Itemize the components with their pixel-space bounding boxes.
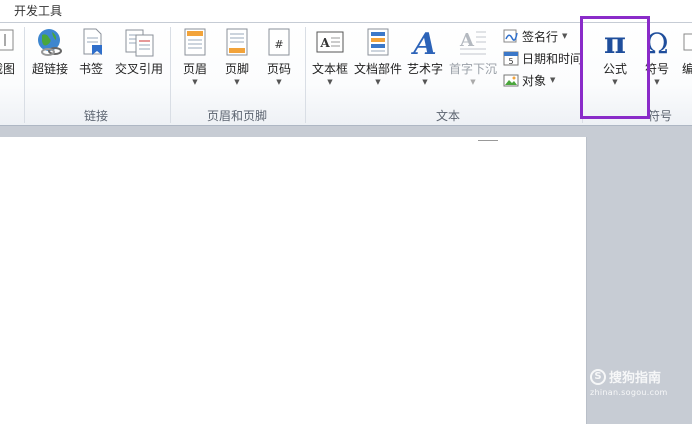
chevron-down-icon: ▼ — [375, 78, 381, 86]
group-label-text: 文本 — [436, 109, 461, 123]
separator — [170, 27, 171, 123]
globe-link-icon — [34, 26, 66, 58]
equation-highlight-box — [580, 16, 650, 119]
chevron-down-icon: ▼ — [562, 32, 568, 40]
date-time-label: 日期和时间 — [522, 51, 583, 66]
signature-line-button[interactable]: 签名行 ▼ — [503, 26, 567, 46]
group-label-links: 链接 — [84, 109, 109, 123]
page-number-icon: # — [263, 26, 295, 58]
chevron-down-icon: ▼ — [550, 76, 556, 84]
screenshot-icon — [0, 26, 19, 58]
sogou-logo-icon: S — [590, 368, 606, 385]
chevron-down-icon: ▼ — [470, 78, 476, 86]
watermark-logo: S 搜狗指南 — [590, 367, 668, 386]
hyperlink-button[interactable]: 超链接 — [30, 26, 70, 77]
quick-parts-button[interactable]: 文档部件 ▼ — [353, 26, 403, 86]
calendar-icon: 5 — [503, 51, 519, 66]
separator — [24, 27, 25, 123]
number-label: 编 — [682, 62, 692, 76]
cross-reference-label: 交叉引用 — [114, 62, 163, 76]
object-icon — [503, 74, 519, 87]
signature-icon — [503, 29, 518, 43]
drop-cap-label: 首字下沉 — [448, 62, 497, 76]
signature-line-label: 签名行 — [522, 29, 559, 44]
hyperlink-label: 超链接 — [31, 62, 68, 76]
footer-button[interactable]: 页脚 ▼ — [220, 26, 254, 86]
svg-text:A: A — [459, 30, 475, 51]
chevron-down-icon: ▼ — [234, 78, 240, 86]
svg-text:A: A — [319, 36, 330, 50]
number-button[interactable]: 编 — [682, 26, 692, 77]
footer-label: 页脚 — [224, 62, 249, 76]
chevron-down-icon: ▼ — [422, 78, 428, 86]
object-label: 对象 — [522, 73, 547, 88]
quick-parts-icon — [362, 26, 394, 58]
watermark: S 搜狗指南 zhinan.sogou.com — [590, 367, 668, 397]
textbox-button[interactable]: A 文本框 ▼ — [310, 26, 350, 86]
textbox-label: 文本框 — [311, 62, 348, 76]
drop-cap-button[interactable]: A 首字下沉 ▼ — [448, 26, 498, 86]
chevron-down-icon: ▼ — [192, 78, 198, 86]
cross-reference-icon — [123, 26, 155, 58]
watermark-url: zhinan.sogou.com — [590, 388, 668, 397]
object-button[interactable]: 对象 ▼ — [503, 70, 555, 90]
wordart-button[interactable]: A 艺术字 ▼ — [406, 26, 444, 86]
separator — [305, 27, 306, 123]
watermark-text: 搜狗指南 — [609, 371, 662, 386]
bookmark-label: 书签 — [78, 62, 103, 76]
group-label-header-footer: 页眉和页脚 — [207, 109, 268, 123]
svg-text:5: 5 — [508, 57, 513, 66]
footer-icon — [221, 26, 253, 58]
page-number-label: 页码 — [266, 62, 291, 76]
chevron-down-icon: ▼ — [276, 78, 282, 86]
header-icon — [179, 26, 211, 58]
date-time-button[interactable]: 5 日期和时间 — [503, 48, 582, 68]
margin-corner-mark — [478, 136, 498, 141]
header-button[interactable]: 页眉 ▼ — [178, 26, 212, 86]
quick-parts-label: 文档部件 — [353, 62, 402, 76]
bookmark-button[interactable]: 书签 — [76, 26, 106, 77]
document-page[interactable] — [0, 137, 587, 424]
textbox-icon: A — [314, 26, 346, 58]
group-label-symbols: 符号 — [648, 109, 673, 123]
tab-developer[interactable]: 开发工具 — [14, 2, 62, 19]
svg-text:A: A — [410, 27, 436, 58]
wordart-label: 艺术字 — [406, 62, 443, 76]
number-icon — [682, 26, 692, 58]
wordart-icon: A — [409, 26, 441, 62]
chevron-down-icon: ▼ — [327, 78, 333, 86]
screenshot-label: 截图 — [0, 62, 15, 76]
drop-cap-icon: A — [457, 26, 489, 58]
bookmark-icon — [76, 26, 108, 58]
header-label: 页眉 — [182, 62, 207, 76]
screenshot-button[interactable]: 截图 — [0, 26, 20, 77]
cross-reference-button[interactable]: 交叉引用 — [113, 26, 165, 77]
svg-text:#: # — [274, 38, 283, 51]
page-number-button[interactable]: # 页码 ▼ — [262, 26, 296, 86]
